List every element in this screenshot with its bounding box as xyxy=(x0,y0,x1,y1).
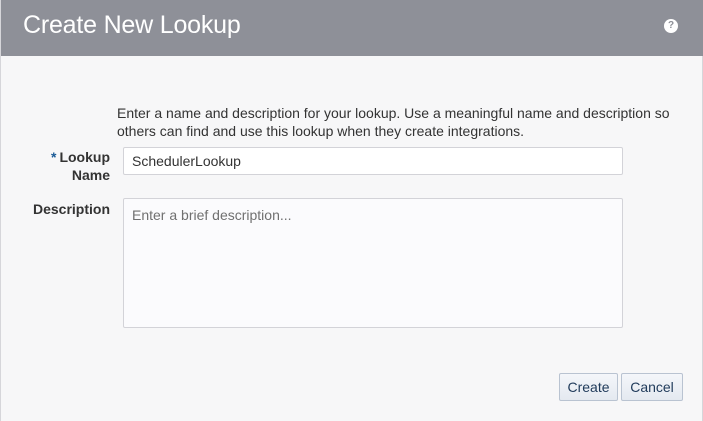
description-textarea[interactable] xyxy=(123,198,623,328)
create-lookup-dialog: Create New Lookup ? Enter a name and des… xyxy=(0,0,703,421)
help-icon[interactable]: ? xyxy=(664,19,678,33)
cancel-button[interactable]: Cancel xyxy=(621,373,683,401)
dialog-title: Create New Lookup xyxy=(23,11,241,39)
lookup-name-input[interactable] xyxy=(123,147,623,175)
create-button[interactable]: Create xyxy=(559,373,618,401)
lookup-name-label: * Lookup Name xyxy=(21,148,110,184)
lookup-name-label-text: Lookup Name xyxy=(59,149,110,183)
instructions-text: Enter a name and description for your lo… xyxy=(117,105,670,139)
required-marker: * xyxy=(51,149,57,165)
dialog-header: Create New Lookup ? xyxy=(1,0,703,56)
description-label: Description xyxy=(32,201,110,217)
